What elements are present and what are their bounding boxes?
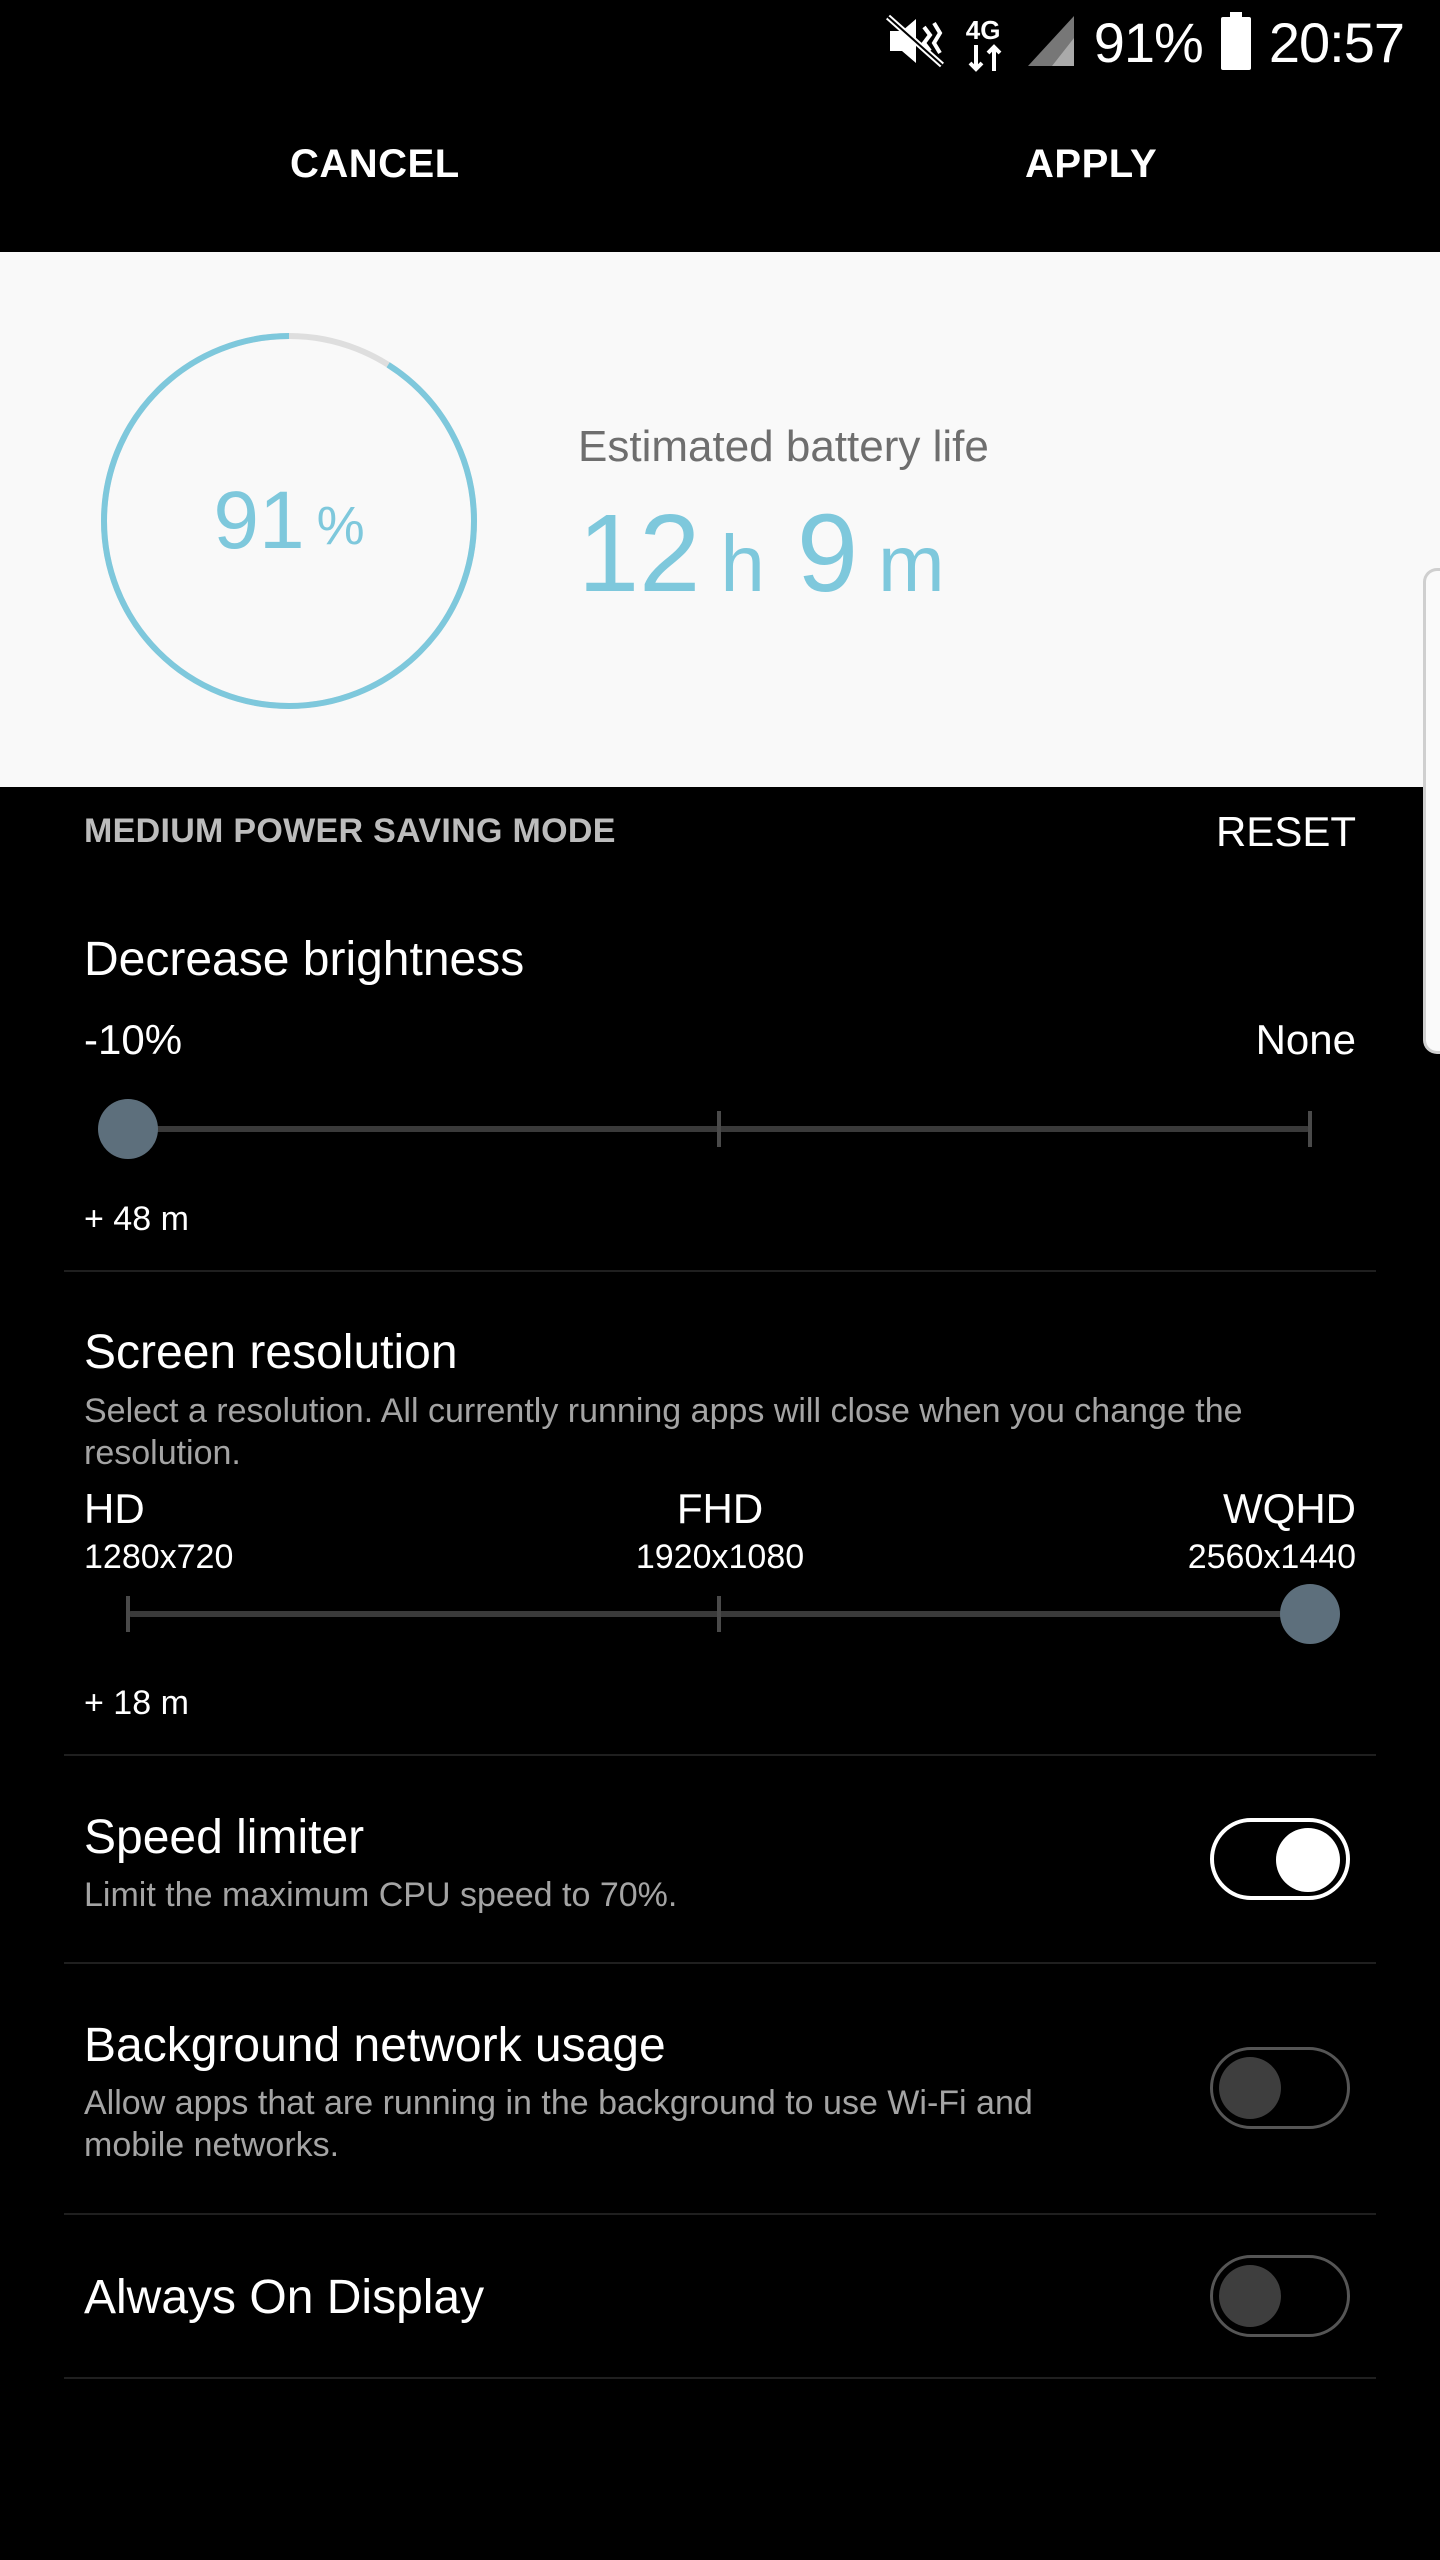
divider (64, 2213, 1376, 2215)
speed-limiter-toggle[interactable] (1210, 1818, 1350, 1900)
background-network-title: Background network usage (84, 2019, 666, 2072)
battery-percent-value: 91 (213, 475, 305, 566)
brightness-right-label: None (1255, 1016, 1356, 1063)
resolution-option-fhd-size: 1920x1080 (635, 1538, 805, 1576)
toggle-knob (1219, 2265, 1281, 2327)
estimate-hours: 12 (578, 492, 701, 615)
action-bar: CANCEL APPLY (0, 84, 1440, 252)
estimate-minutes: 9 (796, 492, 859, 615)
resolution-option-wqhd-size: 2560x1440 (1187, 1538, 1356, 1576)
apply-button[interactable]: APPLY (1025, 142, 1157, 187)
brightness-slider-thumb[interactable] (98, 1099, 158, 1159)
brightness-slider-tick (1308, 1111, 1312, 1147)
network-type-label: 4G (965, 15, 1001, 45)
battery-percent-display: 91 % (96, 328, 482, 714)
signal-icon (1026, 14, 1076, 73)
edge-panel-handle[interactable] (1423, 568, 1440, 1054)
mode-title: MEDIUM POWER SAVING MODE (84, 812, 616, 850)
resolution-option-fhd[interactable]: FHD (620, 1485, 820, 1533)
resolution-slider-tick (126, 1596, 130, 1632)
battery-icon (1220, 11, 1251, 75)
clock: 20:57 (1268, 11, 1405, 74)
brightness-title: Decrease brightness (84, 933, 525, 986)
resolution-gain: + 18 m (84, 1684, 189, 1722)
mute-vibrate-icon (884, 13, 946, 74)
network-4g-icon: 4G (964, 13, 1008, 73)
background-network-toggle[interactable] (1210, 2047, 1350, 2129)
background-network-description: Allow apps that are running in the backg… (84, 2084, 1033, 2164)
toggle-knob (1276, 1828, 1340, 1892)
resolution-description: Select a resolution. All currently runni… (84, 1392, 1243, 1472)
estimated-battery-life-value: 12 h 9 m (578, 490, 977, 617)
speed-limiter-description: Limit the maximum CPU speed to 70%. (84, 1876, 678, 1914)
resolution-slider-thumb[interactable] (1280, 1584, 1340, 1644)
battery-percent-unit: % (316, 496, 365, 556)
status-bar: 4G 91% 20:57 (0, 0, 1440, 84)
brightness-left-label: -10% (84, 1016, 183, 1063)
toggle-knob (1219, 2057, 1281, 2119)
resolution-slider-tick (717, 1596, 721, 1632)
divider (64, 1270, 1376, 1272)
divider (64, 1754, 1376, 1756)
estimated-battery-life-label: Estimated battery life (578, 422, 989, 471)
status-icons: 4G 91% 20:57 (884, 8, 1405, 78)
reset-button[interactable]: RESET (1216, 808, 1356, 856)
brightness-gain: + 48 m (84, 1200, 189, 1238)
always-on-display-toggle[interactable] (1210, 2255, 1350, 2337)
speed-limiter-title: Speed limiter (84, 1811, 365, 1864)
battery-panel: 91 % Estimated battery life 12 h 9 m (0, 252, 1440, 787)
estimate-hours-unit: h (720, 519, 765, 608)
divider (64, 2377, 1376, 2379)
resolution-option-hd[interactable]: HD (84, 1485, 145, 1533)
resolution-option-wqhd[interactable]: WQHD (1223, 1485, 1356, 1533)
brightness-slider-tick (717, 1111, 721, 1147)
battery-percent-text: 91% (1093, 11, 1204, 74)
always-on-display-title: Always On Display (84, 2271, 485, 2324)
estimate-minutes-unit: m (878, 519, 945, 608)
cancel-button[interactable]: CANCEL (290, 142, 460, 187)
screen: 4G 91% 20:57 CANCEL APPLY 91 % Estimated… (0, 0, 1440, 2560)
divider (64, 1962, 1376, 1964)
resolution-title: Screen resolution (84, 1326, 458, 1379)
resolution-option-hd-size: 1280x720 (84, 1538, 234, 1576)
